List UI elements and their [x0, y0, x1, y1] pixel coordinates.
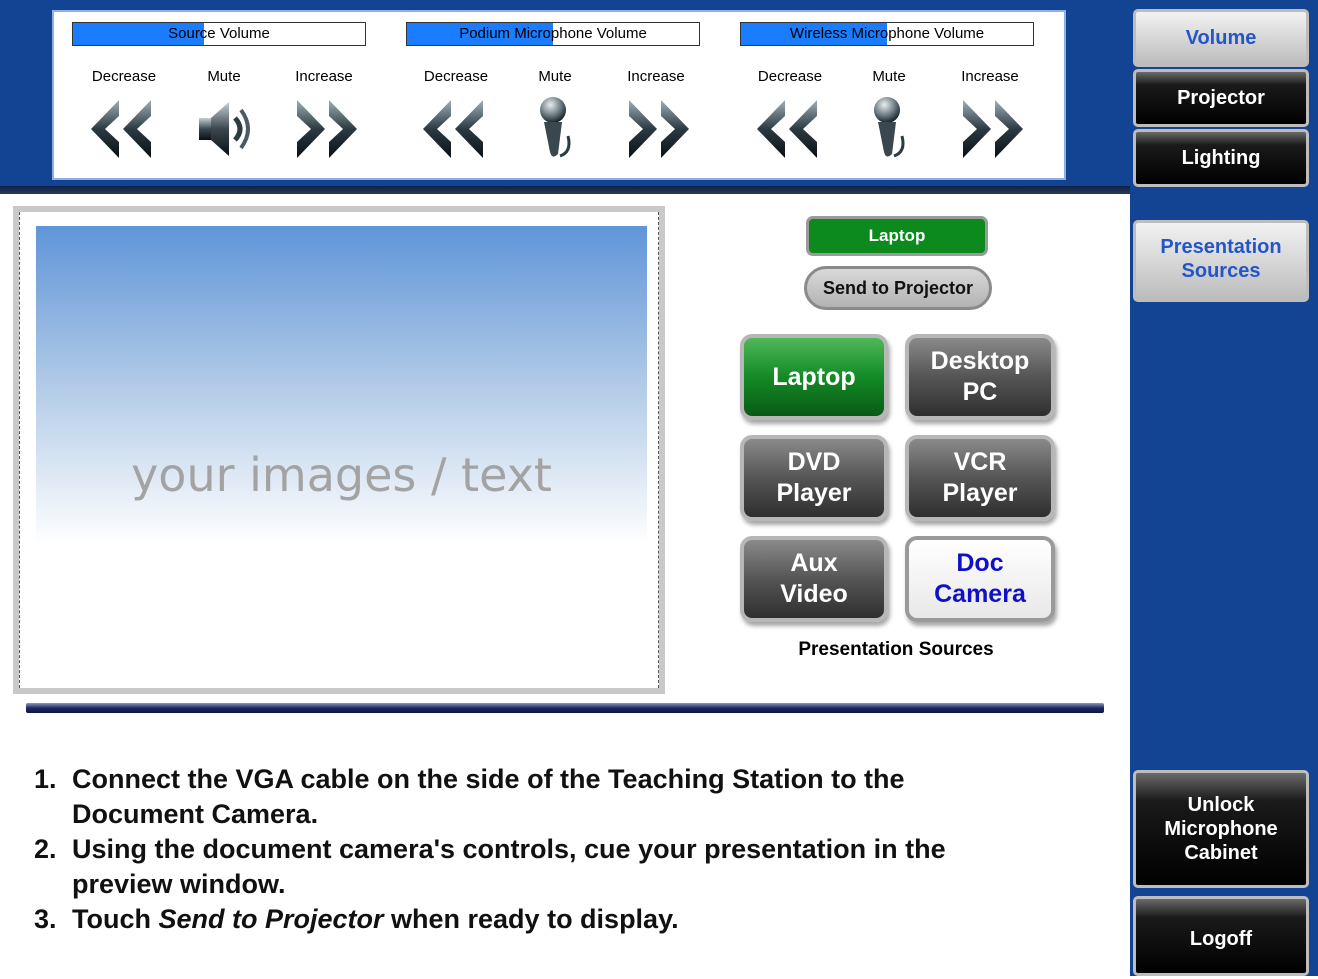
source-aux-video-button[interactable]: Aux Video — [740, 536, 888, 622]
rewind-icon — [91, 100, 151, 158]
speaker-icon — [199, 102, 250, 156]
rewind-icon — [757, 100, 817, 158]
microphone-icon — [874, 97, 905, 158]
source-dvd-player-button[interactable]: DVD Player — [740, 435, 888, 521]
increase-label: Increase — [961, 68, 1019, 85]
instructions-list: 1. Connect the VGA cable on the side of … — [34, 762, 1094, 937]
volume-title: Podium Microphone Volume — [459, 25, 647, 42]
decrease-label: Decrease — [91, 68, 157, 85]
podium-decrease-button[interactable]: Decrease — [406, 68, 506, 164]
podium-mic-volume-group: Podium Microphone Volume Decrease Mute I… — [388, 12, 700, 178]
wireless-mic-volume-group: Wireless Microphone Volume Decrease Mute… — [722, 12, 1034, 178]
source-mute-button[interactable]: Mute — [174, 68, 274, 164]
source-desktop-pc-button[interactable]: Desktop PC — [905, 334, 1055, 420]
header-divider — [0, 186, 1130, 194]
podium-mute-button[interactable]: Mute — [505, 68, 605, 164]
instruction-item: 1. Connect the VGA cable on the side of … — [34, 762, 1094, 832]
unlock-microphone-cabinet-button[interactable]: Unlock Microphone Cabinet — [1133, 770, 1309, 888]
instruction-text: Document Camera. — [72, 799, 319, 829]
fast-forward-icon — [297, 100, 357, 158]
current-source-indicator: Laptop — [806, 216, 988, 256]
instruction-text: Using the document camera's controls, cu… — [72, 834, 946, 864]
instruction-item: 3. Touch Send to Projector when ready to… — [34, 902, 1094, 937]
source-volume-bar[interactable]: Source Volume — [72, 22, 366, 46]
instruction-number: 2. — [34, 834, 57, 864]
wireless-mute-button[interactable]: Mute — [839, 68, 939, 164]
preview-placeholder-text: your images / text — [131, 448, 552, 502]
mute-label: Mute — [872, 68, 906, 85]
send-to-projector-button[interactable]: Send to Projector — [804, 266, 992, 310]
source-increase-button[interactable]: Increase — [274, 68, 374, 164]
podium-increase-button[interactable]: Increase — [606, 68, 706, 164]
wireless-decrease-button[interactable]: Decrease — [740, 68, 840, 164]
decrease-label: Decrease — [757, 68, 823, 85]
instruction-text: Connect the VGA cable on the side of the… — [72, 764, 905, 794]
rewind-icon — [423, 100, 483, 158]
instruction-item: 2. Using the document camera's controls,… — [34, 832, 1094, 902]
decrease-label: Decrease — [423, 68, 489, 85]
volume-title: Wireless Microphone Volume — [789, 25, 985, 42]
podium-mic-volume-bar[interactable]: Podium Microphone Volume — [406, 22, 700, 46]
instruction-text: preview window. — [72, 869, 286, 899]
nav-presentation-sources-button[interactable]: Presentation Sources — [1133, 220, 1309, 302]
source-decrease-button[interactable]: Decrease — [74, 68, 174, 164]
mute-label: Mute — [207, 68, 241, 85]
mute-label: Mute — [538, 68, 572, 85]
preview-frame: your images / text — [19, 212, 659, 688]
instruction-text: Touch — [72, 904, 159, 934]
nav-volume-button[interactable]: Volume — [1133, 9, 1309, 67]
source-volume-group: Source Volume Decrease Mute Increase — [54, 12, 366, 178]
logoff-button[interactable]: Logoff — [1133, 896, 1309, 976]
nav-lighting-button[interactable]: Lighting — [1133, 129, 1309, 187]
instruction-text: when ready to display. — [383, 904, 679, 934]
instruction-number: 1. — [34, 764, 57, 794]
instruction-number: 3. — [34, 904, 57, 934]
source-vcr-player-button[interactable]: VCR Player — [905, 435, 1055, 521]
section-divider — [26, 703, 1104, 713]
preview-window: your images / text — [13, 206, 665, 694]
increase-label: Increase — [627, 68, 685, 85]
sources-caption: Presentation Sources — [798, 639, 994, 660]
source-laptop-button[interactable]: Laptop — [740, 334, 888, 420]
preview-screen: your images / text — [36, 226, 647, 681]
wireless-increase-button[interactable]: Increase — [940, 68, 1040, 164]
source-doc-camera-button[interactable]: Doc Camera — [905, 536, 1055, 622]
fast-forward-icon — [963, 100, 1023, 158]
wireless-mic-volume-bar[interactable]: Wireless Microphone Volume — [740, 22, 1034, 46]
volume-panel: Source Volume Decrease Mute Increase Pod… — [52, 10, 1066, 180]
volume-title: Source Volume — [168, 25, 270, 42]
increase-label: Increase — [295, 68, 353, 85]
fast-forward-icon — [629, 100, 689, 158]
nav-projector-button[interactable]: Projector — [1133, 69, 1309, 127]
instruction-emphasis: Send to Projector — [158, 904, 384, 934]
microphone-icon — [540, 97, 571, 158]
